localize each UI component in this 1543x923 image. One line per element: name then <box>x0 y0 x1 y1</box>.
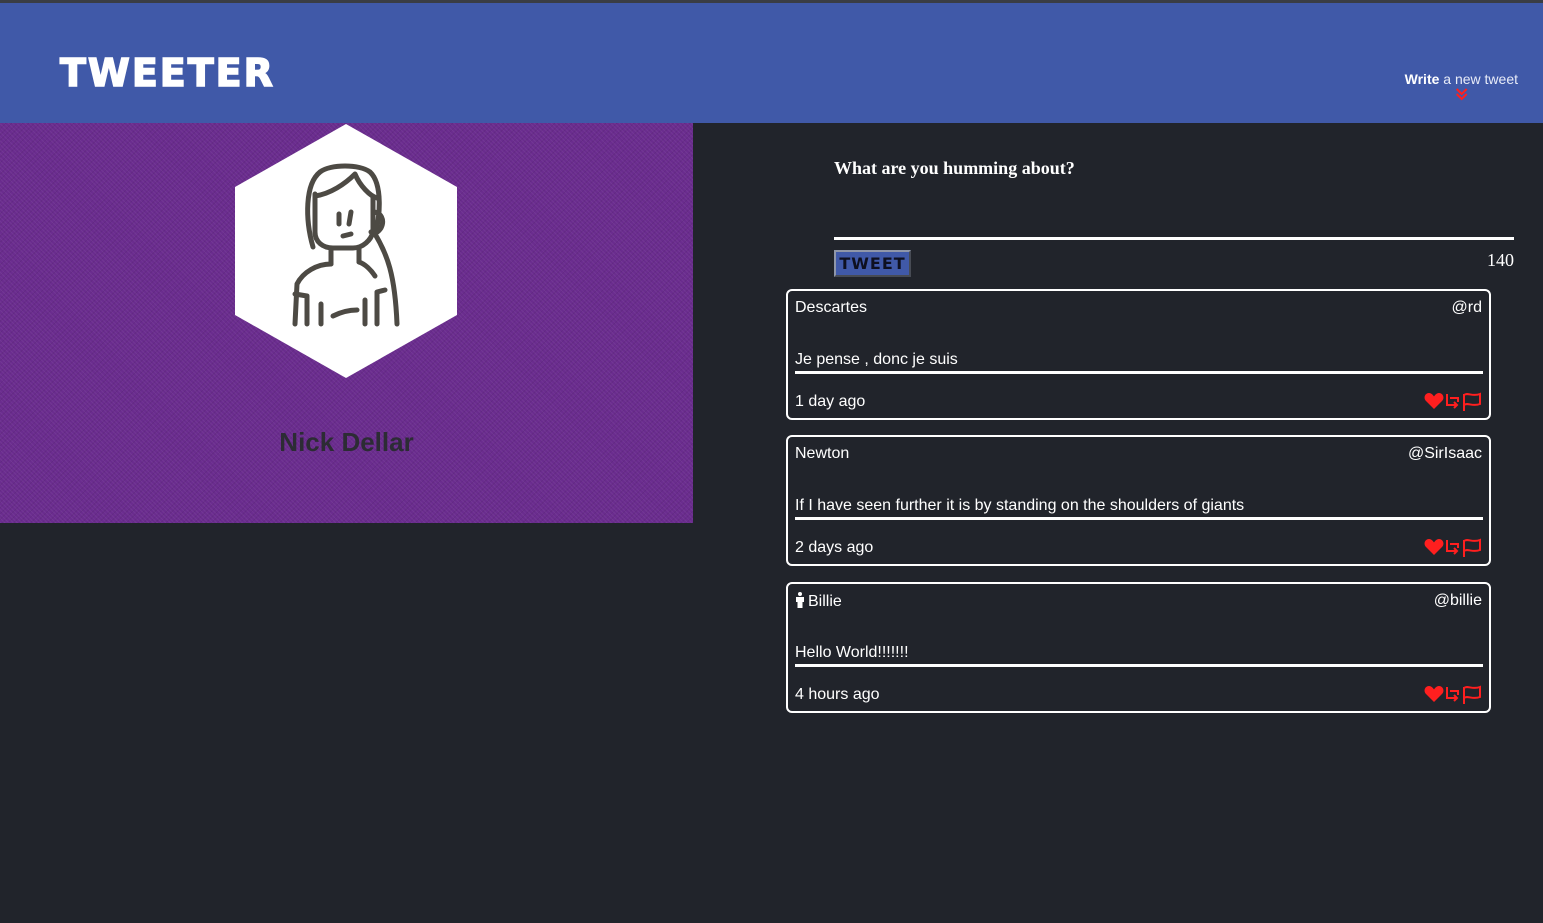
tweet-card: Newton @SirIsaac If I have seen further … <box>786 435 1491 566</box>
tweet-author-handle: @rd <box>1451 299 1482 316</box>
like-heart-icon[interactable] <box>1424 538 1444 558</box>
tweet-timestamp: 4 hours ago <box>795 686 880 703</box>
tweet-timestamp: 1 day ago <box>795 393 866 410</box>
tweet-actions <box>1424 392 1482 412</box>
person-icon <box>796 592 804 608</box>
flag-icon[interactable] <box>1462 685 1482 705</box>
like-heart-icon[interactable] <box>1424 685 1444 705</box>
compose-toggle-text: a new tweet <box>1439 71 1518 87</box>
flag-icon[interactable] <box>1462 392 1482 412</box>
compose-toggle-bold: Write <box>1404 71 1440 87</box>
like-heart-icon[interactable] <box>1424 392 1444 412</box>
tweet-author-name: Billie <box>808 593 842 610</box>
navbar: TWEETER Write a new tweet <box>0 3 1543 123</box>
flag-icon[interactable] <box>1462 538 1482 558</box>
retweet-icon[interactable] <box>1444 685 1462 705</box>
tweet-actions <box>1424 685 1482 705</box>
tweet-content: Je pense , donc je suis <box>795 351 1483 374</box>
new-tweet-form: What are you humming about? TWEET 140 <box>834 158 1514 277</box>
tweet-content: If I have seen further it is by standing… <box>795 497 1483 520</box>
tweet-actions <box>1424 538 1482 558</box>
tweet-author-name: Descartes <box>795 299 868 316</box>
tweet-timestamp: 2 days ago <box>795 539 874 556</box>
profile-header: Nick Dellar <box>0 123 693 523</box>
avatar <box>235 124 457 378</box>
retweet-icon[interactable] <box>1444 538 1462 558</box>
character-counter: 140 <box>1487 250 1514 270</box>
profile-username: Nick Dellar <box>279 427 414 457</box>
tweet-author-handle: @billie <box>1433 592 1482 609</box>
new-tweet-label: What are you humming about? <box>834 158 1075 178</box>
tweet-content: Hello World!!!!!!! <box>795 644 1483 667</box>
write-new-tweet-toggle[interactable]: Write a new tweet <box>1405 71 1518 102</box>
tweet-card: Billie @billie Hello World!!!!!!! 4 hour… <box>786 582 1491 713</box>
tweet-text-input[interactable] <box>834 188 1514 240</box>
tweet-submit-button[interactable]: TWEET <box>834 250 911 277</box>
tweet-card: Descartes @rd Je pense , donc je suis 1 … <box>786 289 1491 420</box>
double-chevron-down-icon <box>1455 88 1468 101</box>
tweet-author-handle: @SirIsaac <box>1407 445 1482 462</box>
tweet-author-name-row: Billie <box>795 592 842 611</box>
brand-logo: TWEETER <box>59 50 275 96</box>
tweet-author-name: Newton <box>795 445 850 462</box>
retweet-icon[interactable] <box>1444 392 1462 412</box>
